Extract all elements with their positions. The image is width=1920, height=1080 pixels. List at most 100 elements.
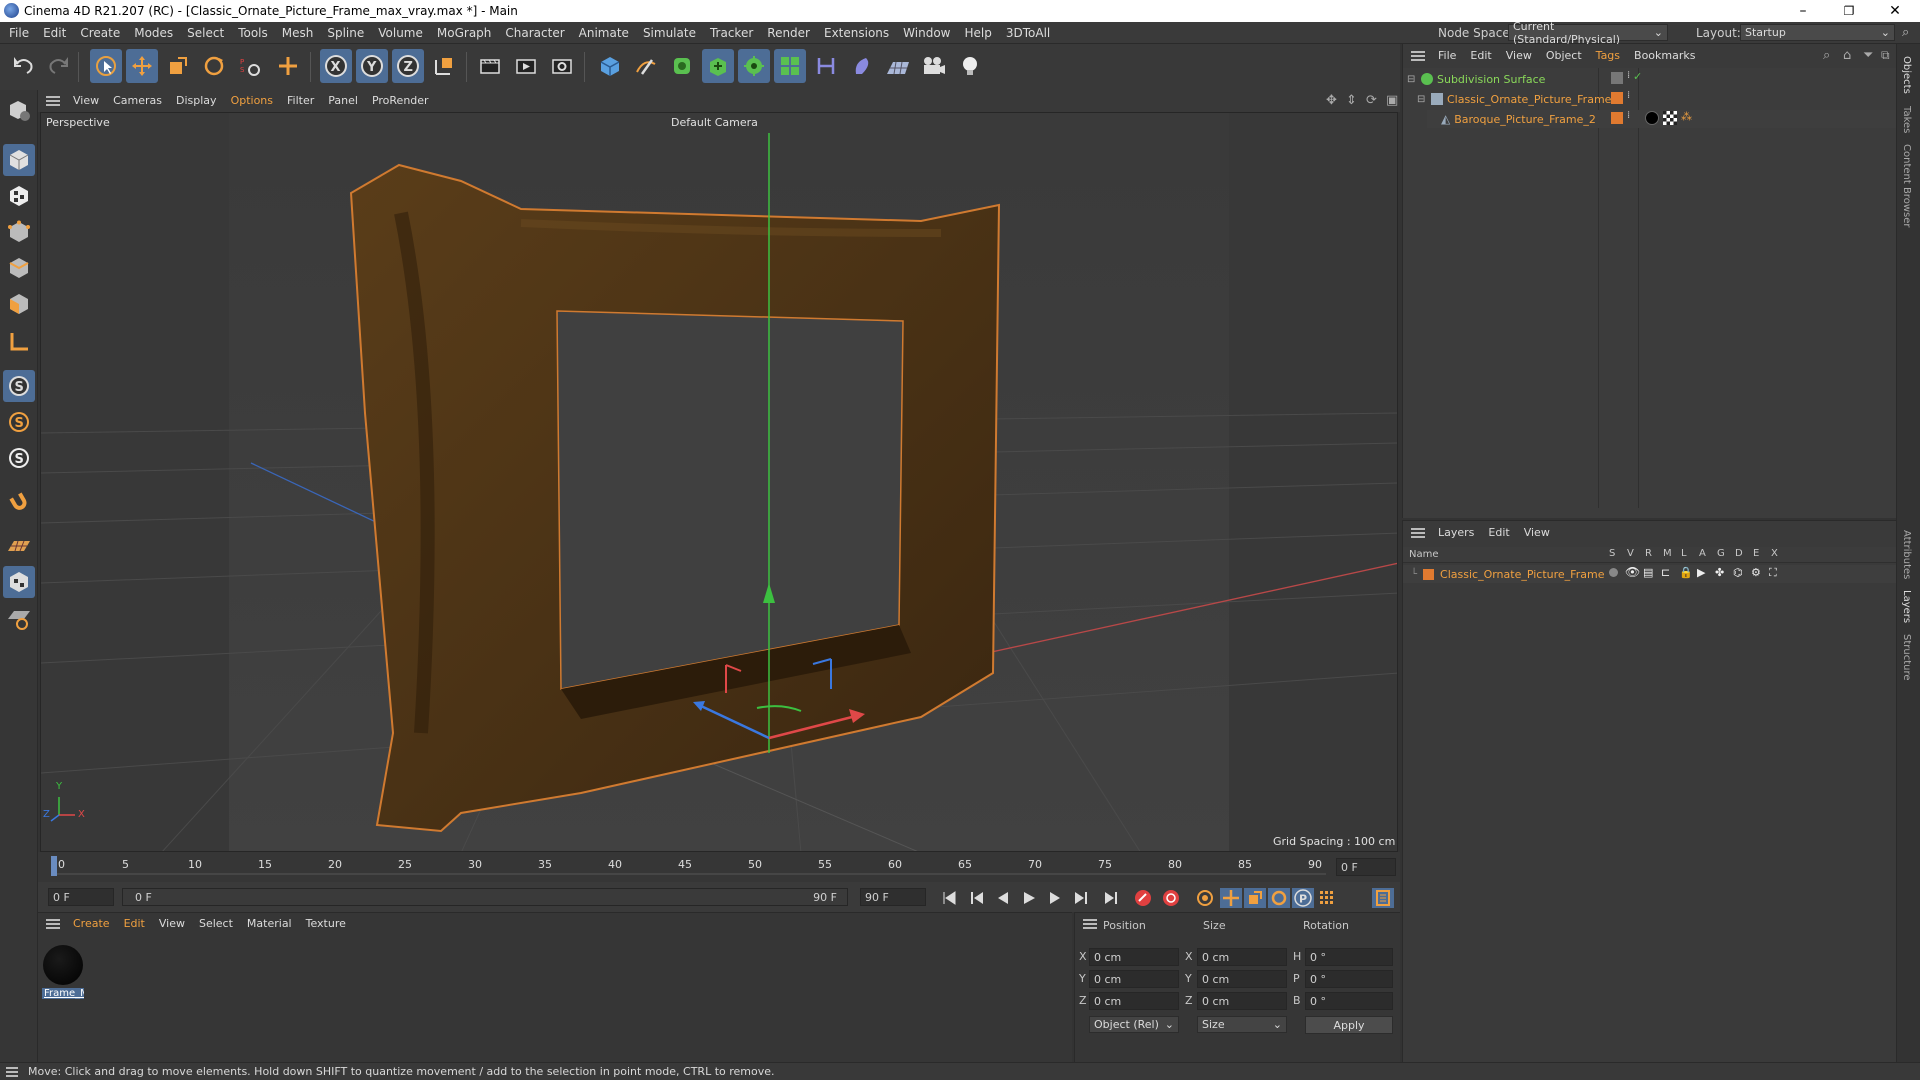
render-view-icon[interactable] (474, 49, 506, 83)
move-view-icon[interactable]: ✥ (1326, 93, 1337, 108)
locked-workplane-icon[interactable] (3, 602, 35, 634)
filter-icon[interactable]: ⏷ (1863, 48, 1873, 63)
menu-create[interactable]: Create (73, 22, 127, 44)
y-axis-lock-icon[interactable]: Y (356, 49, 388, 83)
quantize-icon[interactable]: S (3, 442, 35, 474)
camera-icon[interactable] (918, 49, 950, 83)
viewport-menu-view[interactable]: View (66, 90, 106, 112)
floor-scene-icon[interactable] (882, 49, 914, 83)
keyframe-selection-icon[interactable] (1194, 888, 1216, 908)
material-menu-material[interactable]: Material (240, 913, 299, 935)
scale-tool-icon[interactable] (162, 49, 194, 83)
panel-menu-icon[interactable] (46, 919, 60, 929)
collapse-icon[interactable]: ⊟ (1407, 74, 1417, 85)
object-row-baroque-picture-frame-2[interactable]: ◭ Baroque_Picture_Frame_2 ⁞ ⁂ (1427, 110, 1897, 128)
perspective-viewport[interactable]: Perspective Default Camera Grid Spacing … (40, 112, 1398, 852)
mograph-matrix-icon[interactable] (774, 49, 806, 83)
add-tool-icon[interactable] (272, 49, 304, 83)
layer-color-swatch[interactable] (1611, 72, 1623, 84)
collapse-icon[interactable]: ⊟ (1417, 94, 1427, 105)
menu-file[interactable]: File (2, 22, 36, 44)
expression-icon[interactable]: ⚙ (1751, 566, 1761, 579)
model-mode-icon[interactable] (3, 144, 35, 176)
cube-primitive-icon[interactable] (594, 49, 626, 83)
column-view[interactable]: V (1627, 548, 1634, 559)
previous-frame-icon[interactable] (992, 888, 1014, 908)
play-icon[interactable] (1018, 888, 1040, 908)
cloner-icon[interactable] (738, 49, 770, 83)
viewport-menu-filter[interactable]: Filter (280, 90, 321, 112)
column-solo[interactable]: S (1609, 548, 1615, 559)
rotate-tool-icon[interactable] (198, 49, 230, 83)
material-menu-texture[interactable]: Texture (299, 913, 353, 935)
layout-dropdown[interactable]: Startup ⌄ (1740, 24, 1895, 41)
position-y-field[interactable]: 0 cm (1089, 970, 1179, 988)
tab-objects[interactable]: Objects (1901, 56, 1912, 94)
menu-mesh[interactable]: Mesh (275, 22, 321, 44)
menu-character[interactable]: Character (498, 22, 571, 44)
magnet-icon[interactable] (3, 486, 35, 518)
viewport-menu-display[interactable]: Display (169, 90, 224, 112)
column-expressions[interactable]: E (1753, 548, 1759, 559)
render-to-picture-viewer-icon[interactable] (510, 49, 542, 83)
make-editable-icon[interactable] (3, 94, 35, 126)
menu-tracker[interactable]: Tracker (703, 22, 760, 44)
x-axis-lock-icon[interactable]: X (320, 49, 352, 83)
current-frame-field[interactable]: 0 F (1336, 858, 1396, 876)
menu-select[interactable]: Select (180, 22, 231, 44)
material-menu-view[interactable]: View (152, 913, 192, 935)
rotation-track-icon[interactable] (1268, 888, 1290, 908)
tab-content-browser[interactable]: Content Browser (1901, 144, 1912, 227)
layer-row[interactable]: └ Classic_Ornate_Picture_Frame 👁 ▤ ⊏ 🔒 ▶… (1403, 565, 1897, 583)
rotation-b-field[interactable]: 0 ° (1305, 992, 1393, 1010)
timeline-ruler[interactable]: 0 5 10 15 20 25 30 35 40 45 50 55 60 65 … (38, 852, 1400, 882)
eye-icon[interactable]: 👁 (1625, 565, 1640, 579)
snap-icon[interactable]: S (3, 370, 35, 402)
workplane-icon[interactable] (3, 326, 35, 358)
field-icon[interactable] (846, 49, 878, 83)
points-mode-icon[interactable] (3, 216, 35, 248)
menu-help[interactable]: Help (958, 22, 999, 44)
next-frame-icon[interactable] (1044, 888, 1066, 908)
tab-attributes[interactable]: Attributes (1901, 530, 1912, 579)
vray-tag-icon[interactable]: ⁂ (1681, 110, 1692, 123)
apply-button[interactable]: Apply (1305, 1016, 1393, 1034)
column-manager[interactable]: M (1663, 548, 1672, 559)
tab-takes[interactable]: Takes (1901, 106, 1912, 133)
menu-window[interactable]: Window (896, 22, 957, 44)
go-to-start-icon[interactable] (938, 888, 960, 908)
deformer-icon[interactable] (810, 49, 842, 83)
start-frame-field[interactable]: 0 F (48, 888, 114, 906)
viewport-menu-options[interactable]: Options (224, 90, 280, 112)
menu-tools[interactable]: Tools (231, 22, 275, 44)
layer-color-swatch[interactable] (1423, 568, 1435, 580)
layers-menu-view[interactable]: View (1517, 522, 1557, 544)
panel-menu-icon[interactable] (1083, 919, 1097, 929)
column-deformers[interactable]: D (1735, 548, 1743, 559)
end-frame-field[interactable]: 90 F (860, 888, 926, 906)
playhead[interactable] (51, 856, 57, 876)
object-row-subdivision-surface[interactable]: ⊟ Subdivision Surface ⁞ ✓ (1407, 70, 1897, 88)
frame-range-slider[interactable]: 0 F 90 F (122, 888, 848, 906)
manager-tree-icon[interactable]: ⊏ (1661, 566, 1670, 579)
minimize-button[interactable]: – (1780, 0, 1826, 22)
autokeying-icon[interactable] (1160, 888, 1182, 908)
edges-mode-icon[interactable] (3, 252, 35, 284)
material-swatch[interactable]: Frame_M (42, 945, 84, 1003)
column-locked[interactable]: L (1681, 548, 1687, 559)
floor-grid-icon[interactable] (3, 530, 35, 562)
menu-volume[interactable]: Volume (371, 22, 430, 44)
visibility-dots-icon[interactable]: ⁞ (1627, 70, 1630, 81)
tab-layers[interactable]: Layers (1901, 590, 1912, 623)
objects-menu-bookmarks[interactable]: Bookmarks (1627, 45, 1702, 67)
zoom-view-icon[interactable]: ⇕ (1346, 93, 1357, 108)
recent-tools-icon[interactable]: PS (234, 49, 266, 83)
layers-menu-layers[interactable]: Layers (1431, 522, 1481, 544)
menu-animate[interactable]: Animate (572, 22, 636, 44)
snap-settings-icon[interactable]: S (3, 406, 35, 438)
size-z-field[interactable]: 0 cm (1197, 992, 1287, 1010)
new-window-icon[interactable]: ⧉ (1881, 48, 1890, 63)
node-space-dropdown[interactable]: Current (Standard/Physical) ⌄ (1508, 20, 1668, 46)
menu-3dtoall[interactable]: 3DToAll (999, 22, 1057, 44)
viewport-menu-cameras[interactable]: Cameras (106, 90, 169, 112)
